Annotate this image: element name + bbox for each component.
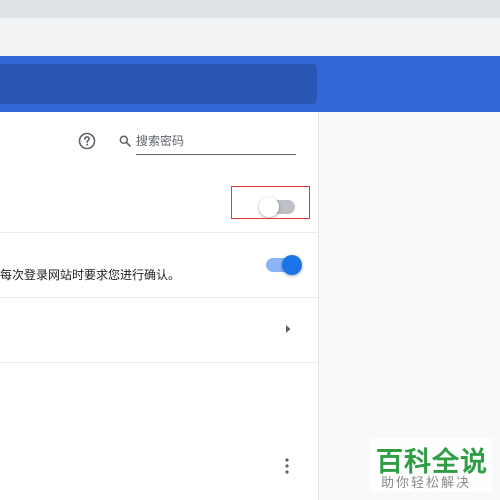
- auto-sign-in-description: 每次登录网站时要求您进行确认。: [0, 268, 181, 282]
- browser-tab-strip: [0, 0, 500, 18]
- offer-to-save-passwords-row: [0, 182, 318, 233]
- settings-header: [0, 56, 500, 112]
- address-bar[interactable]: [0, 24, 500, 50]
- search-icon: [119, 135, 131, 147]
- more-vert-icon[interactable]: [282, 457, 292, 475]
- search-passwords-input[interactable]: [136, 130, 296, 155]
- check-passwords-row[interactable]: [0, 298, 318, 363]
- passwords-card: 每次登录网站时要求您进行确认。: [0, 112, 318, 500]
- auto-sign-in-row: 每次登录网站时要求您进行确认。: [0, 233, 318, 298]
- watermark-subtitle: 助你轻松解决: [381, 476, 472, 491]
- toggle-knob: [282, 255, 302, 275]
- browser-toolbar: [0, 18, 500, 57]
- settings-search-bar[interactable]: [0, 64, 317, 104]
- help-circle-icon[interactable]: [78, 132, 96, 150]
- highlight-box: [231, 186, 310, 219]
- arrow-right-icon: [286, 325, 291, 333]
- watermark: 百科全说 助你轻松解决: [370, 438, 492, 492]
- auto-sign-in-toggle[interactable]: [266, 255, 302, 275]
